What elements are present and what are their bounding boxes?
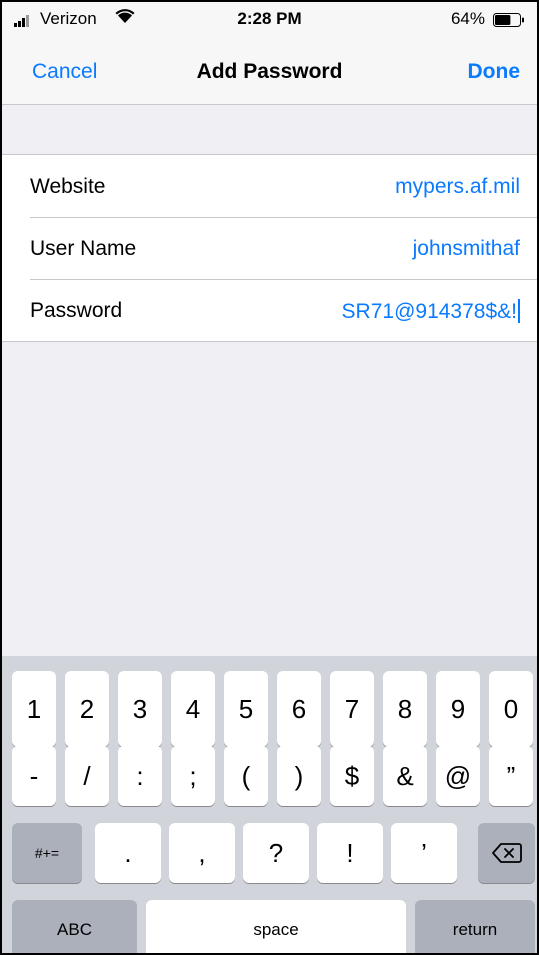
keyboard: 1 2 3 4 5 6 7 8 9 0 - / : ; ( ) $ & @ ” … xyxy=(2,656,537,953)
text-cursor xyxy=(518,299,520,323)
website-field[interactable]: mypers.af.mil xyxy=(395,175,520,199)
space-key[interactable]: space xyxy=(146,900,406,953)
key-open-paren[interactable]: ( xyxy=(224,746,268,806)
battery-icon xyxy=(493,13,524,27)
key-semicolon[interactable]: ; xyxy=(171,746,215,806)
screen: Verizon 2:28 PM 64% Cancel Add Password … xyxy=(2,2,537,953)
key-exclamation[interactable]: ! xyxy=(317,823,383,883)
key-period[interactable]: . xyxy=(95,823,161,883)
password-form: Website mypers.af.mil User Name johnsmit… xyxy=(2,154,537,342)
key-6[interactable]: 6 xyxy=(277,671,321,747)
done-button[interactable]: Done xyxy=(468,60,521,84)
key-7[interactable]: 7 xyxy=(330,671,374,747)
username-field[interactable]: johnsmithaf xyxy=(413,237,520,261)
key-4[interactable]: 4 xyxy=(171,671,215,747)
key-slash[interactable]: / xyxy=(65,746,109,806)
symbols-key[interactable]: #+= xyxy=(12,823,82,883)
delete-backspace-icon xyxy=(491,843,522,863)
cancel-button[interactable]: Cancel xyxy=(32,60,97,84)
key-hyphen[interactable]: - xyxy=(12,746,56,806)
key-at[interactable]: @ xyxy=(436,746,480,806)
key-dollar[interactable]: $ xyxy=(330,746,374,806)
key-1[interactable]: 1 xyxy=(12,671,56,747)
key-ampersand[interactable]: & xyxy=(383,746,427,806)
key-3[interactable]: 3 xyxy=(118,671,162,747)
key-apostrophe[interactable]: ’ xyxy=(391,823,457,883)
password-row[interactable]: Password SR71@914378$&! xyxy=(2,279,537,341)
key-8[interactable]: 8 xyxy=(383,671,427,747)
nav-bar: Cancel Add Password Done xyxy=(2,38,537,105)
website-row[interactable]: Website mypers.af.mil xyxy=(2,155,537,217)
abc-key[interactable]: ABC xyxy=(12,900,137,953)
username-row[interactable]: User Name johnsmithaf xyxy=(2,217,537,279)
battery-percent: 64% xyxy=(450,9,485,28)
key-comma[interactable]: , xyxy=(169,823,235,883)
key-colon[interactable]: : xyxy=(118,746,162,806)
key-5[interactable]: 5 xyxy=(224,671,268,747)
key-0[interactable]: 0 xyxy=(489,671,533,747)
key-question[interactable]: ? xyxy=(243,823,309,883)
website-label: Website xyxy=(30,175,106,198)
return-key[interactable]: return xyxy=(415,900,535,953)
password-field[interactable]: SR71@914378$&! xyxy=(342,299,520,324)
username-label: User Name xyxy=(30,237,137,260)
password-value: SR71@914378$&! xyxy=(341,300,517,323)
key-9[interactable]: 9 xyxy=(436,671,480,747)
delete-key[interactable] xyxy=(478,823,535,883)
key-close-paren[interactable]: ) xyxy=(277,746,321,806)
password-label: Password xyxy=(30,299,123,322)
key-quote[interactable]: ” xyxy=(489,746,533,806)
key-2[interactable]: 2 xyxy=(65,671,109,747)
status-bar: Verizon 2:28 PM 64% xyxy=(2,2,537,38)
